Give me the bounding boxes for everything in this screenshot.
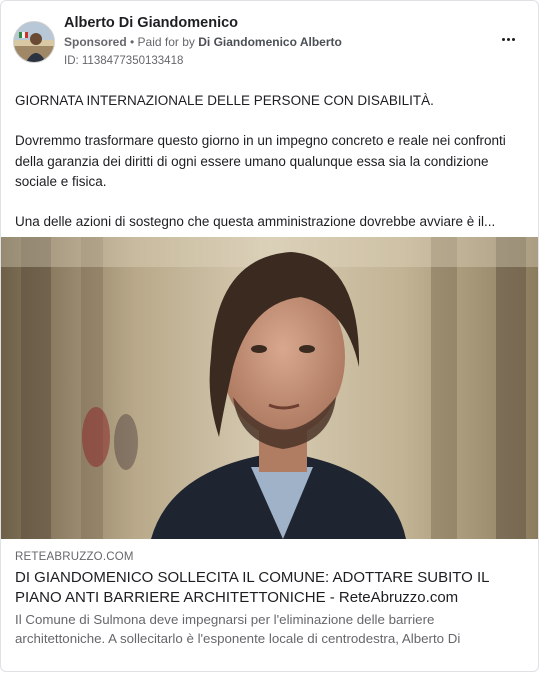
- link-domain: RETEABRUZZO.COM: [15, 551, 134, 563]
- advertiser-name[interactable]: Alberto Di Giandomenico: [64, 15, 238, 31]
- portrait-photo: [1, 237, 538, 539]
- body-paragraph-3: Una delle azioni di sostegno che questa …: [15, 214, 496, 230]
- body-paragraph-1: GIORNATA INTERNAZIONALE DELLE PERSONE CO…: [15, 93, 434, 108]
- more-options-button[interactable]: [496, 29, 520, 49]
- meta-separator: •: [126, 35, 138, 49]
- link-preview-image[interactable]: [1, 237, 538, 539]
- sponsorship-line: Sponsored • Paid for by Di Giandomenico …: [64, 35, 342, 49]
- avatar-image: [14, 22, 54, 62]
- link-description: Il Comune di Sulmona deve impegnarsi per…: [15, 612, 461, 646]
- payer-name[interactable]: Di Giandomenico Alberto: [198, 35, 342, 49]
- paid-for-prefix: Paid for by: [137, 35, 199, 49]
- ad-header: Alberto Di Giandomenico Sponsored • Paid…: [1, 1, 538, 81]
- more-horizontal-icon: [501, 37, 516, 41]
- ad-id: ID: 1138477350133418: [64, 55, 184, 67]
- advertiser-avatar[interactable]: [13, 21, 55, 63]
- link-title[interactable]: DI GIANDOMENICO SOLLECITA IL COMUNE: ADO…: [15, 568, 525, 608]
- ad-body-text: GIORNATA INTERNAZIONALE DELLE PERSONE CO…: [15, 91, 529, 232]
- body-paragraph-2: Dovremmo trasformare questo giorno in un…: [15, 133, 506, 189]
- sponsored-label: Sponsored: [64, 35, 127, 49]
- ad-card: Alberto Di Giandomenico Sponsored • Paid…: [0, 0, 539, 672]
